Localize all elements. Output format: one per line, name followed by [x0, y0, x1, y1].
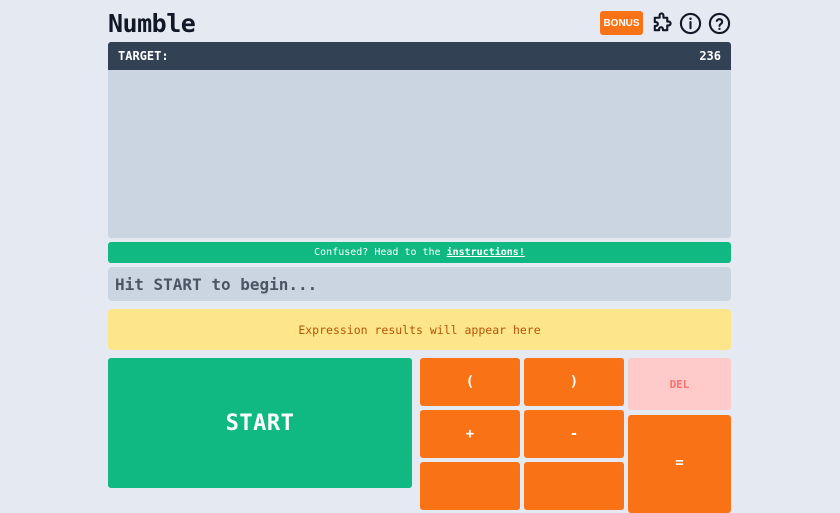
number-board: [108, 70, 731, 238]
bonus-button[interactable]: BONUS: [600, 11, 643, 35]
plus-key[interactable]: +: [420, 410, 520, 458]
instructions-banner: Confused? Head to the instructions!: [108, 242, 731, 263]
target-label: TARGET:: [118, 49, 169, 63]
expression-input[interactable]: [108, 267, 731, 301]
help-icon[interactable]: [707, 11, 731, 35]
instructions-link[interactable]: instructions!: [447, 247, 525, 258]
target-value: 236: [699, 49, 721, 63]
open-paren-key[interactable]: (: [420, 358, 520, 406]
delete-key[interactable]: DEL: [628, 358, 731, 410]
keypad-key[interactable]: [420, 462, 520, 510]
numble-app: Numble BONUS TARGET: 236 Confused? Head …: [108, 0, 731, 513]
page-title: Numble: [108, 9, 196, 38]
results-panel: Expression results will appear here: [108, 309, 731, 350]
target-bar: TARGET: 236: [108, 42, 731, 70]
start-button[interactable]: START: [108, 358, 412, 488]
equals-label: =: [675, 455, 684, 471]
header-actions: BONUS: [600, 11, 731, 35]
instructions-text: Confused? Head to the: [314, 247, 441, 258]
results-text: Expression results will appear here: [298, 322, 541, 337]
equals-key[interactable]: =: [628, 415, 731, 513]
info-icon[interactable]: [678, 11, 702, 35]
minus-key[interactable]: -: [524, 410, 624, 458]
puzzle-icon[interactable]: [649, 11, 673, 35]
close-paren-key[interactable]: ): [524, 358, 624, 406]
keypad-key[interactable]: [524, 462, 624, 510]
